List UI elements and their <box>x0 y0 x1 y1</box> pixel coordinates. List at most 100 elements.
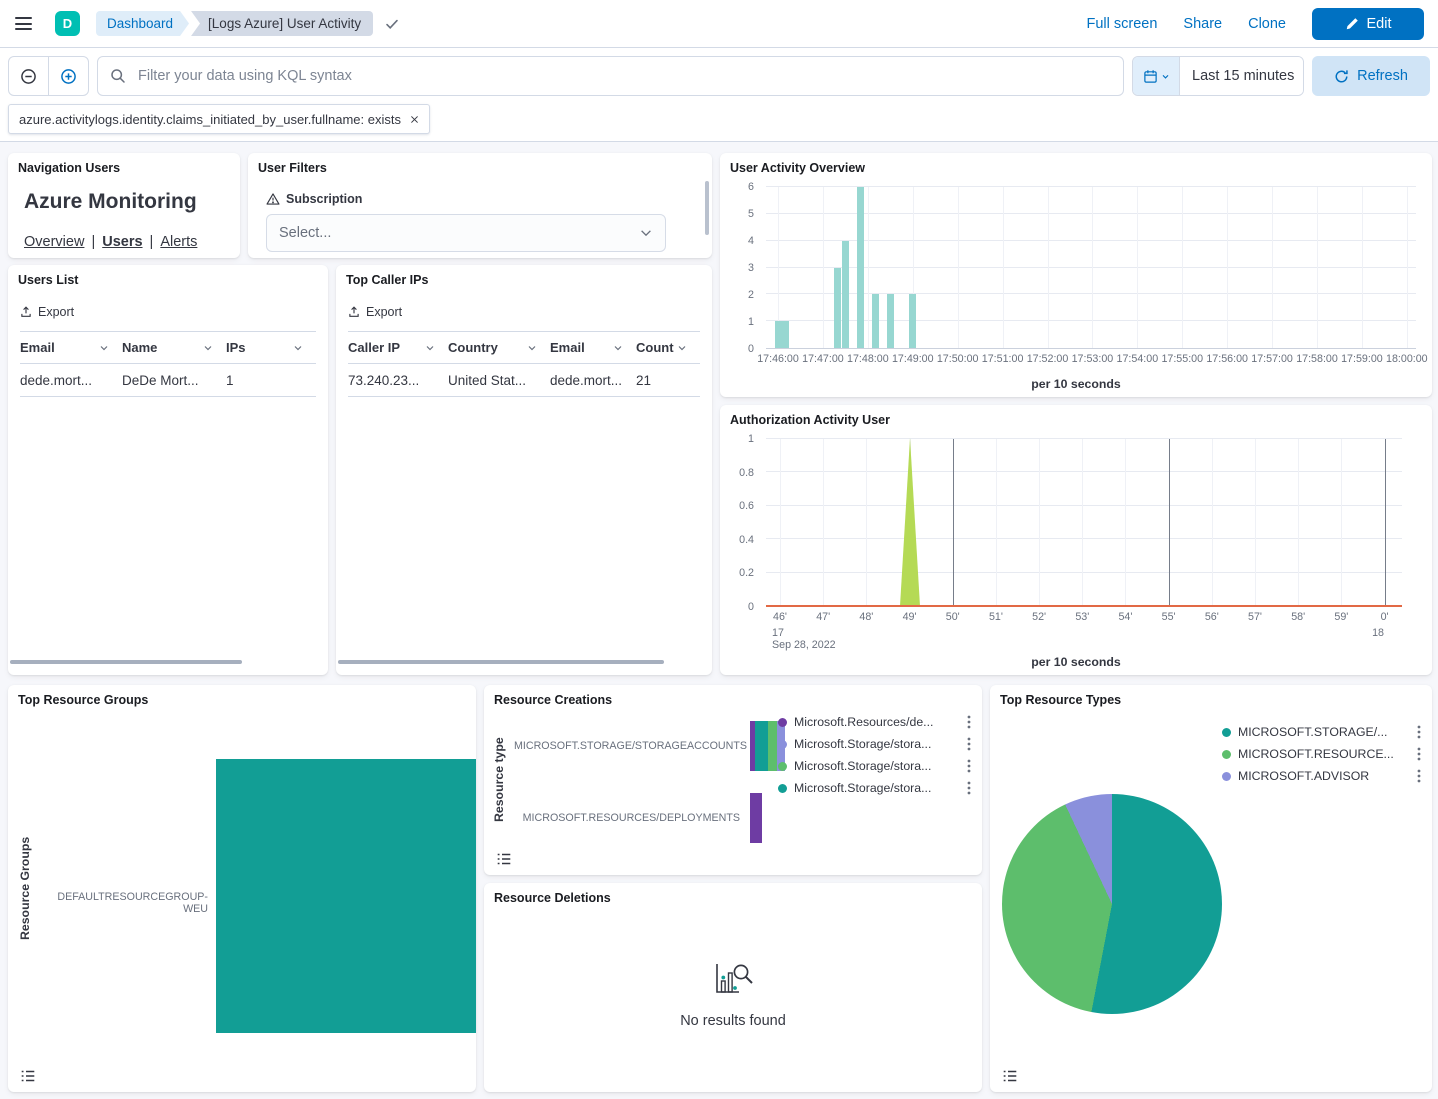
x-tick-label: 17:51:00 <box>982 353 1024 365</box>
legend-item[interactable]: Microsoft.Storage/stora... <box>778 733 974 755</box>
add-filter-button[interactable] <box>48 57 88 95</box>
histogram-bar[interactable] <box>782 321 789 348</box>
x-tick-label: 54' <box>1118 611 1132 623</box>
column-header-name[interactable]: Name <box>122 332 226 364</box>
category-label: MICROSOFT.STORAGE/STORAGEACCOUNTS <box>514 740 740 752</box>
legend-item-menu-button[interactable] <box>964 735 974 753</box>
x-tick-label: 49' <box>903 611 917 623</box>
column-header-email[interactable]: Email <box>20 332 122 364</box>
histogram-plot-area[interactable] <box>766 187 1416 349</box>
refresh-button[interactable]: Refresh <box>1312 56 1430 96</box>
calendar-button[interactable] <box>1133 57 1180 95</box>
full-screen-button[interactable]: Full screen <box>1086 16 1157 32</box>
legend-item-menu-button[interactable] <box>964 713 974 731</box>
column-header-ips[interactable]: IPs <box>226 332 316 364</box>
space-avatar[interactable]: D <box>55 11 80 36</box>
breadcrumb-dashboard[interactable]: Dashboard <box>96 11 189 36</box>
legend-item-label[interactable]: MICROSOFT.RESOURCE... <box>1238 747 1407 761</box>
kql-search-input[interactable] <box>97 56 1124 96</box>
legend-item[interactable]: Microsoft.Storage/stora... <box>778 777 974 799</box>
table-row[interactable]: dede.mort... DeDe Mort... 1 <box>20 364 316 397</box>
edit-button[interactable]: Edit <box>1312 8 1424 40</box>
horizontal-scrollbar-thumb[interactable] <box>10 660 242 664</box>
y-tick-label: 0 <box>748 343 754 355</box>
legend-item-label[interactable]: Microsoft.Storage/stora... <box>794 737 957 751</box>
legend-item-label[interactable]: Microsoft.Resources/de... <box>794 715 957 729</box>
filters-menu-button[interactable] <box>9 57 48 95</box>
legend-item-menu-button[interactable] <box>964 757 974 775</box>
legend-item[interactable]: MICROSOFT.STORAGE/... <box>1222 721 1424 743</box>
list-icon <box>497 853 511 865</box>
legend-item-menu-button[interactable] <box>1414 723 1424 741</box>
gridline <box>996 439 997 606</box>
legend-item[interactable]: Microsoft.Resources/de... <box>778 711 974 733</box>
histogram-bar[interactable] <box>775 321 782 348</box>
panel-user-filters: User Filters Subscription Select... <box>248 153 712 258</box>
kibana-dashboard-app: D Dashboard [Logs Azure] User Activity F… <box>0 0 1438 1099</box>
histogram-bar[interactable] <box>857 187 864 348</box>
histogram-bar[interactable] <box>842 241 849 348</box>
histogram-bar[interactable] <box>887 294 894 348</box>
filter-button-group <box>8 56 89 96</box>
legend-toggle-button[interactable] <box>998 1066 1022 1086</box>
time-range-button[interactable]: Last 15 minutes <box>1180 57 1303 95</box>
area-series-spike[interactable] <box>900 438 920 606</box>
legend-item[interactable]: Microsoft.Storage/stora... <box>778 755 974 777</box>
clone-button[interactable]: Clone <box>1248 16 1286 32</box>
nav-link-overview[interactable]: Overview <box>24 234 84 250</box>
horizontal-scrollbar-thumb[interactable] <box>338 660 664 664</box>
nav-link-users[interactable]: Users <box>102 234 142 250</box>
gridline <box>1039 439 1040 606</box>
resource-group-bar[interactable] <box>216 759 476 1033</box>
area-plot-area[interactable] <box>766 439 1402 607</box>
legend-item-menu-button[interactable] <box>964 779 974 797</box>
legend-item[interactable]: MICROSOFT.ADVISOR <box>1222 765 1424 787</box>
subscription-select[interactable]: Select... <box>266 214 666 252</box>
column-header-count[interactable]: Count <box>636 332 700 364</box>
export-button[interactable]: Export <box>20 305 74 319</box>
histogram-bar[interactable] <box>909 294 916 348</box>
navigation-links: Overview | Users | Alerts <box>24 234 197 250</box>
legend-item[interactable]: MICROSOFT.RESOURCE... <box>1222 743 1424 765</box>
panel-users-list: Users List Export Email Name IPs dede.mo… <box>8 265 328 675</box>
legend-item-label[interactable]: MICROSOFT.ADVISOR <box>1238 769 1407 783</box>
legend-item-menu-button[interactable] <box>1414 745 1424 763</box>
table-header-row: Caller IP Country Email Count <box>348 332 700 364</box>
export-button[interactable]: Export <box>348 305 402 319</box>
empty-state-text: No results found <box>680 1013 786 1029</box>
gridline <box>1362 187 1363 348</box>
histogram-bar[interactable] <box>872 294 879 348</box>
gridline <box>766 538 1402 539</box>
share-button[interactable]: Share <box>1183 16 1222 32</box>
bar-segment[interactable] <box>768 721 777 771</box>
legend-item-label[interactable]: Microsoft.Storage/stora... <box>794 781 957 795</box>
panel-title: Authorization Activity User <box>730 413 890 427</box>
nav-link-alerts[interactable]: Alerts <box>160 234 197 250</box>
x-tick-label: 17:59:00 <box>1341 353 1383 365</box>
table-row[interactable]: 73.240.23... United Stat... dede.mort...… <box>348 364 700 397</box>
bar-segment[interactable] <box>755 721 768 771</box>
legend-item-label[interactable]: Microsoft.Storage/stora... <box>794 759 957 773</box>
list-icon <box>1003 1070 1017 1082</box>
legend-toggle-button[interactable] <box>16 1066 40 1086</box>
column-header-email[interactable]: Email <box>550 332 636 364</box>
bar-segment[interactable] <box>750 793 762 843</box>
gridline <box>866 439 867 606</box>
x-tick-label: 17:46:00 <box>757 353 799 365</box>
legend-item-menu-button[interactable] <box>1414 767 1424 785</box>
hamburger-menu-button[interactable] <box>0 0 46 48</box>
column-header-caller-ip[interactable]: Caller IP <box>348 332 448 364</box>
chevron-down-icon <box>424 342 436 354</box>
vertical-scrollbar-thumb[interactable] <box>705 181 709 235</box>
x-tick-label: 52' <box>1032 611 1046 623</box>
legend-item-label[interactable]: MICROSOFT.STORAGE/... <box>1238 725 1407 739</box>
filter-pill[interactable]: azure.activitylogs.identity.claims_initi… <box>8 104 430 134</box>
x-tick-label: 47' <box>816 611 830 623</box>
close-icon[interactable] <box>409 114 420 125</box>
column-header-country[interactable]: Country <box>448 332 550 364</box>
panel-title: Top Caller IPs <box>346 273 428 287</box>
pie-chart[interactable] <box>1002 794 1222 1014</box>
stacked-bar[interactable] <box>750 793 762 843</box>
histogram-bar[interactable] <box>834 268 841 349</box>
legend-toggle-button[interactable] <box>492 849 516 869</box>
